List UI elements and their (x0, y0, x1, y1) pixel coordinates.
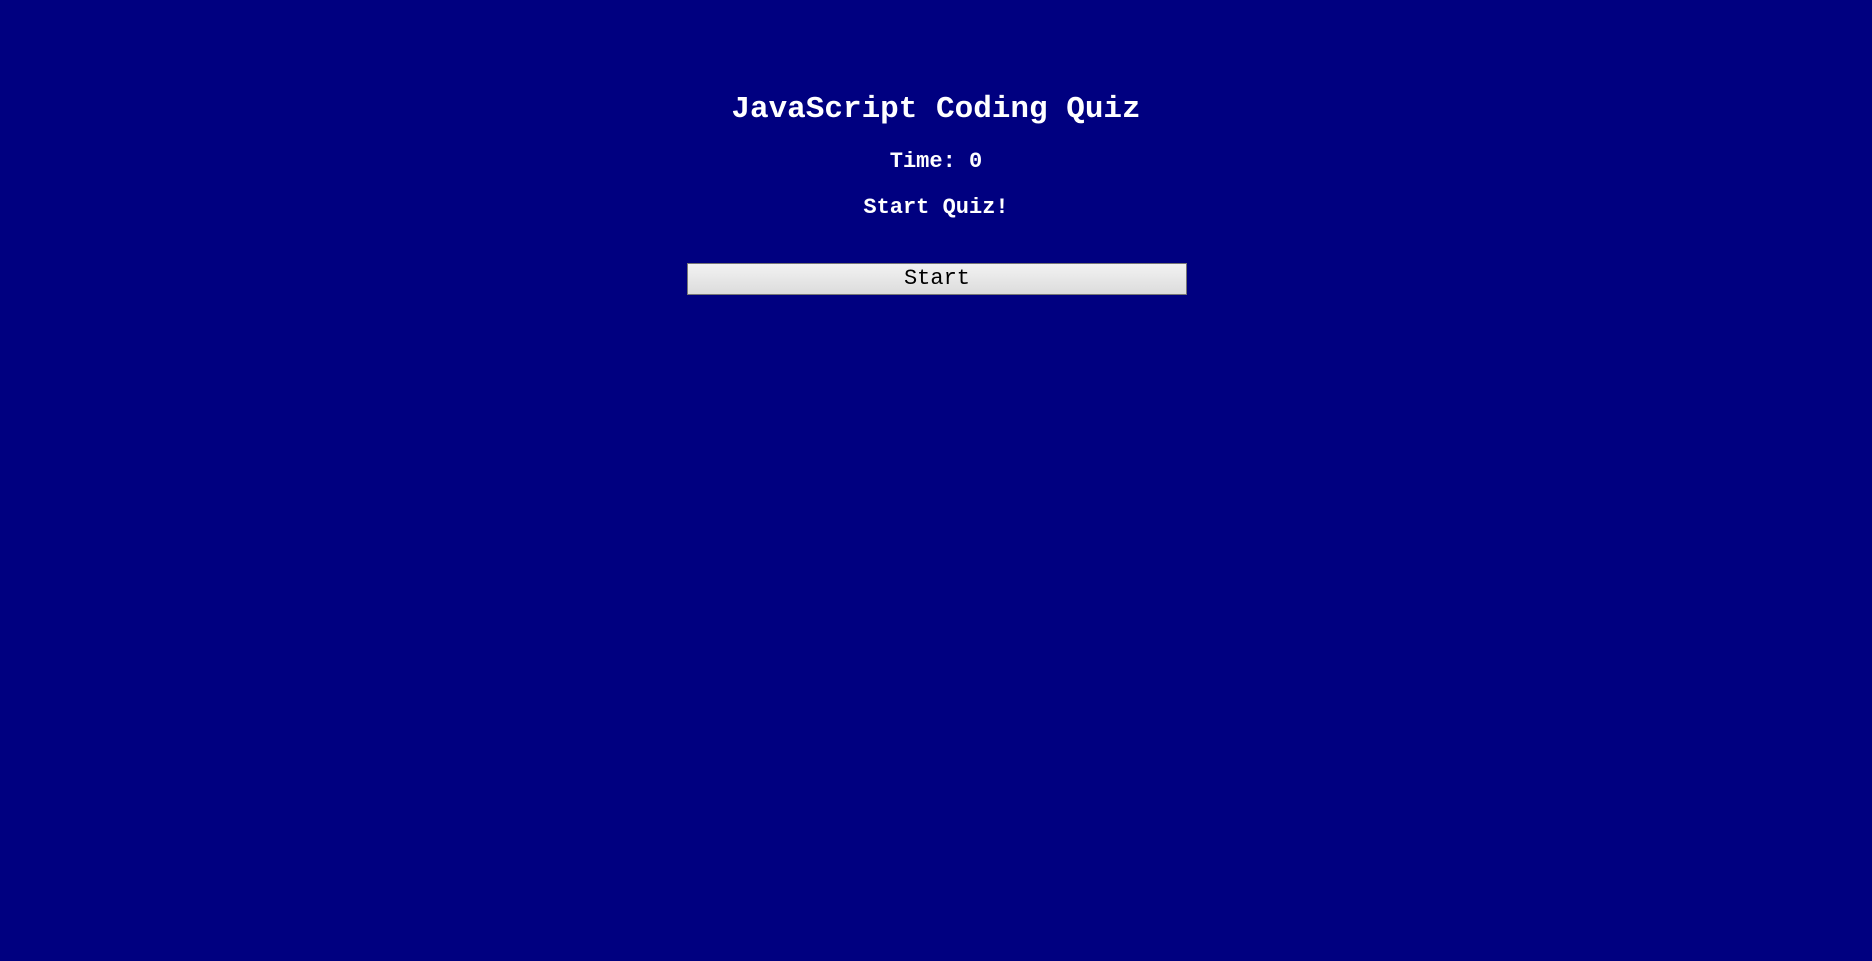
page-title: JavaScript Coding Quiz (731, 92, 1141, 127)
start-prompt: Start Quiz! (863, 195, 1009, 220)
timer-display: Time: 0 (889, 149, 983, 174)
quiz-page: JavaScript Coding Quiz Time: 0 Start Qui… (0, 0, 1872, 961)
start-button[interactable]: Start (687, 263, 1187, 295)
